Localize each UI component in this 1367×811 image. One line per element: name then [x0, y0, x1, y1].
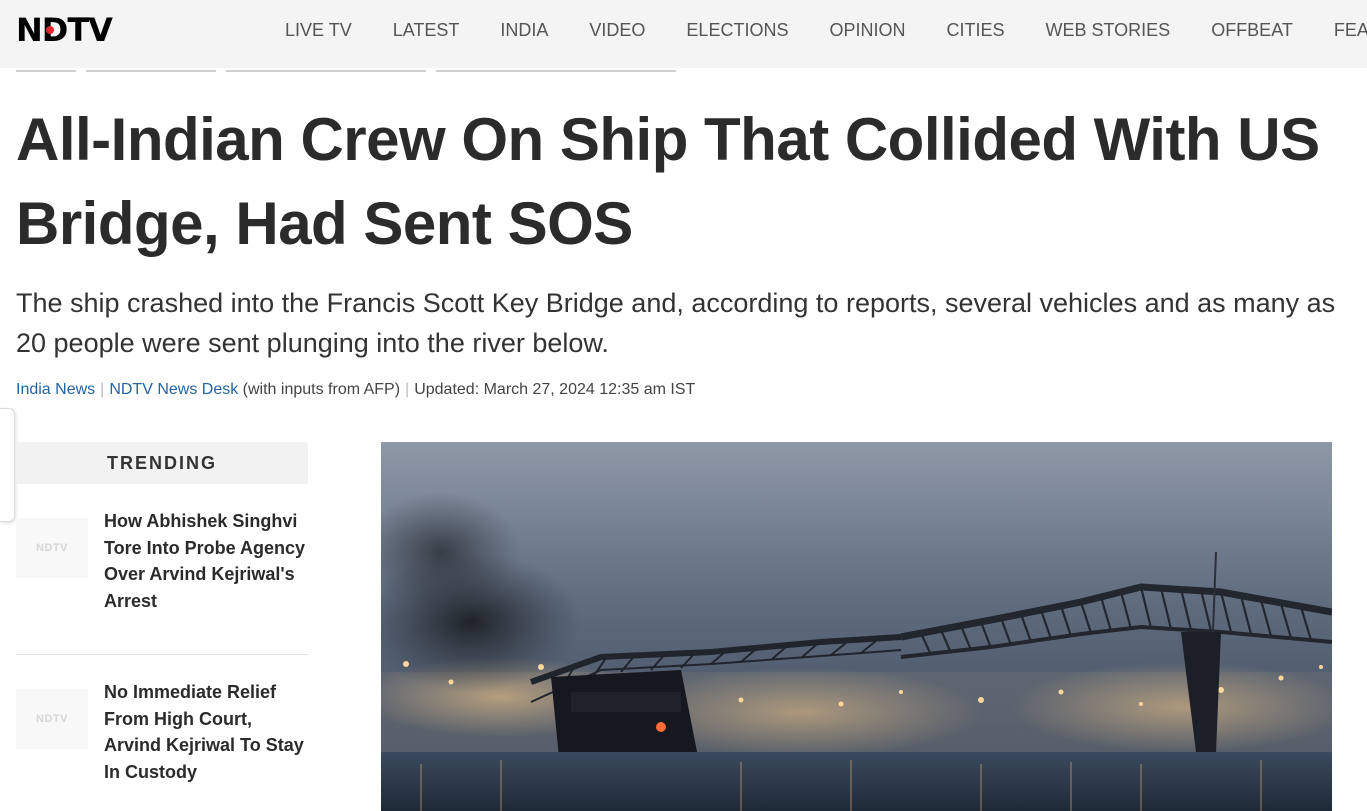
updated-timestamp: Updated: March 27, 2024 12:35 am IST: [414, 381, 696, 398]
category-link[interactable]: India News: [16, 381, 95, 398]
nav-video[interactable]: VIDEO: [589, 19, 645, 41]
article-headline: All-Indian Crew On Ship That Collided Wi…: [16, 106, 1320, 257]
article-summary: The ship crashed into the Francis Scott …: [16, 288, 1336, 358]
trending-title: How Abhishek Singhvi Tore Into Probe Age…: [104, 511, 306, 611]
site-header: NDTV LIVE TV LATEST INDIA VIDEO ELECTION…: [0, 0, 1367, 68]
byline-separator: |: [405, 381, 410, 398]
breadcrumb-cut-off: [16, 60, 716, 72]
nav-offbeat[interactable]: OFFBEAT: [1211, 19, 1293, 41]
article-byline: India News | NDTV News Desk (with inputs f…: [16, 378, 695, 402]
trending-item[interactable]: NDTV How Abhishek Singhvi Tore Into Prob…: [16, 484, 308, 614]
lead-photo-bridge-collapse: [381, 442, 1332, 811]
nav-cities[interactable]: CITIES: [946, 19, 1004, 41]
nav-opinion[interactable]: OPINION: [829, 19, 905, 41]
main-nav: LIVE TV LATEST INDIA VIDEO ELECTIONS OPI…: [285, 19, 1367, 41]
nav-web-stories[interactable]: WEB STORIES: [1045, 19, 1170, 41]
trending-title: No Immediate Relief From High Court, Arv…: [104, 682, 304, 782]
nav-elections[interactable]: ELECTIONS: [686, 19, 788, 41]
nav-latest[interactable]: LATEST: [393, 19, 460, 41]
trending-item[interactable]: NDTV No Immediate Relief From High Court…: [16, 654, 308, 785]
ndtv-logo[interactable]: NDTV: [16, 11, 113, 49]
author-link[interactable]: NDTV News Desk: [109, 381, 238, 398]
byline-separator: |: [100, 381, 105, 398]
nav-india[interactable]: INDIA: [500, 19, 548, 41]
nav-features[interactable]: FEATU: [1334, 19, 1367, 41]
logo-red-dot: [46, 26, 54, 34]
logo-text: NDTV: [16, 11, 113, 49]
nav-live-tv[interactable]: LIVE TV: [285, 19, 352, 41]
trending-thumbnail: NDTV: [16, 689, 88, 749]
trending-sidebar: TRENDING NDTV How Abhishek Singhvi Tore …: [16, 442, 308, 785]
side-drawer-tab[interactable]: [0, 408, 15, 522]
trending-thumbnail: NDTV: [16, 518, 88, 578]
trending-heading: TRENDING: [16, 442, 308, 484]
byline-inputs: (with inputs from AFP): [242, 381, 401, 398]
